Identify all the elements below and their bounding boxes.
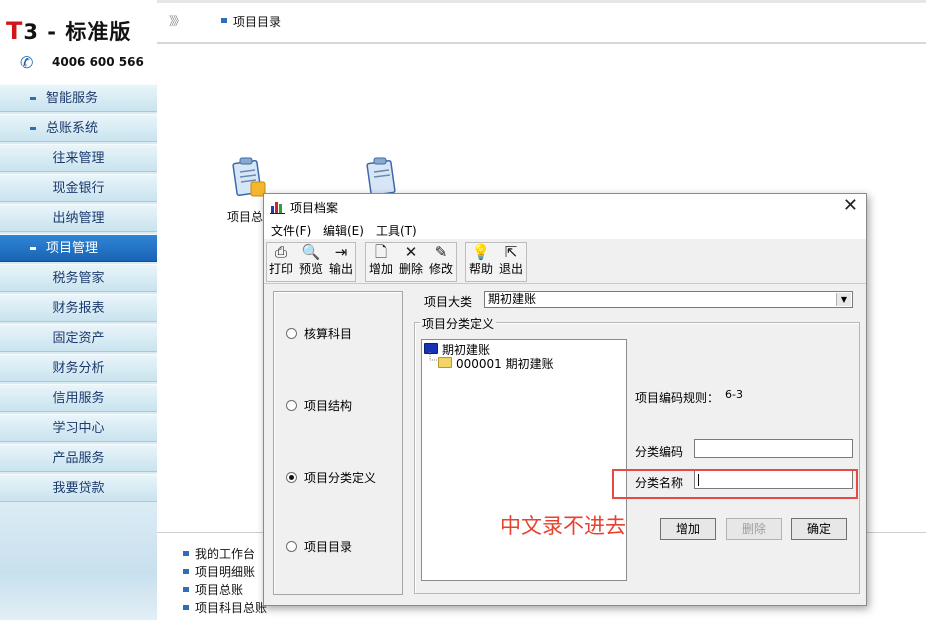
link-project-account-ledger[interactable]: 项目科目总账	[183, 599, 267, 616]
link-my-workbench[interactable]: 我的工作台	[183, 545, 255, 562]
sidebar-item-cash-bank[interactable]: 现金银行	[0, 174, 157, 202]
top-strip	[157, 0, 926, 3]
link-project-detail-ledger[interactable]: 项目明细账	[183, 563, 255, 580]
modify-button[interactable]: ✎ 修改	[426, 243, 456, 281]
category-code-input[interactable]	[694, 439, 853, 458]
help-bulb-icon: 💡	[471, 243, 491, 261]
breadcrumb-bullet-icon	[221, 18, 227, 23]
sidebar-item-fixed-assets[interactable]: 固定资产	[0, 324, 157, 352]
printer-icon: ⎙	[274, 243, 287, 261]
bar-chart-icon	[270, 202, 285, 214]
link-project-general-ledger[interactable]: 项目总账	[183, 581, 243, 598]
sidebar-item-reports[interactable]: 财务报表	[0, 294, 157, 322]
sidebar-item-learning[interactable]: 学习中心	[0, 414, 157, 442]
breadcrumb: 项目目录	[233, 15, 282, 29]
exit-button[interactable]: ⇱ 退出	[496, 243, 526, 281]
sidebar-nav: 智能服务 总账系统 往来管理 现金银行 出纳管理 项目管理 税务管家 财务报表 …	[0, 84, 157, 504]
bullet-icon	[30, 127, 36, 130]
new-document-icon: 🗋	[374, 243, 388, 261]
bullet-icon	[183, 569, 189, 574]
annotation-highlight-box	[612, 469, 858, 499]
sidebar-item-receivables[interactable]: 往来管理	[0, 144, 157, 172]
radio-circle-checked	[286, 472, 297, 483]
sidebar: T3 - 标准版 ✆ 4006 600 566 智能服务 总账系统 往来管理 现…	[0, 0, 157, 620]
brand-header: T3 - 标准版 ✆ 4006 600 566	[0, 0, 157, 84]
help-button[interactable]: 💡 帮助	[466, 243, 496, 281]
menu-tools[interactable]: 工具(T)	[376, 222, 417, 239]
close-icon[interactable]: ✕	[843, 196, 858, 216]
export-button[interactable]: ⇥ 输出	[326, 243, 356, 281]
category-code-label: 分类编码	[635, 445, 684, 459]
radio-circle	[286, 400, 297, 411]
menu-file[interactable]: 文件(F)	[271, 222, 311, 239]
sidebar-item-smart-service[interactable]: 智能服务	[0, 84, 157, 112]
hotline: ✆ 4006 600 566	[20, 53, 144, 72]
code-rule-label: 项目编码规则：	[635, 391, 720, 405]
dialog-toolbar: ⎙ 打印 🔍 预览 ⇥ 输出 🗋 增加 ✕ 删除 ✎ 修改 💡 帮助 ⇱ 退出	[264, 239, 866, 284]
sidebar-item-products[interactable]: 产品服务	[0, 444, 157, 472]
radio-circle	[286, 541, 297, 552]
add-button[interactable]: 🗋 增加	[366, 243, 396, 281]
category-label: 项目大类	[424, 295, 473, 309]
radio-category-definition[interactable]: 项目分类定义	[286, 469, 376, 486]
category-select[interactable]: 期初建账 ▼	[484, 291, 853, 308]
category-definition-legend: 项目分类定义	[420, 315, 497, 332]
top-bar: 》》 项目目录	[157, 0, 926, 44]
bullet-icon	[183, 551, 189, 556]
annotation-text: 中文录不进去	[500, 514, 626, 538]
add-category-button[interactable]: 增加	[660, 518, 716, 540]
project-ledger-icon[interactable]	[231, 156, 267, 200]
delete-button[interactable]: ✕ 删除	[396, 243, 426, 281]
sidebar-item-general-ledger[interactable]: 总账系统	[0, 114, 157, 142]
project-archive-dialog: 项目档案 ✕ 文件(F) 编辑(E) 工具(T) ⎙ 打印 🔍 预览 ⇥ 输出 🗋 增加…	[263, 193, 867, 606]
preview-icon: 🔍	[301, 243, 321, 261]
radio-project-catalog[interactable]: 项目目录	[286, 538, 352, 555]
category-tree[interactable]: 期初建账 000001 期初建账	[421, 339, 627, 581]
exit-door-icon: ⇱	[504, 243, 518, 261]
sidebar-background	[0, 502, 157, 620]
menu-edit[interactable]: 编辑(E)	[323, 222, 364, 239]
bullet-icon	[183, 587, 189, 592]
print-button[interactable]: ⎙ 打印	[266, 243, 296, 281]
radio-accounting-subject[interactable]: 核算科目	[286, 325, 352, 342]
sidebar-item-cashier[interactable]: 出纳管理	[0, 204, 157, 232]
bullet-icon	[183, 605, 189, 610]
edit-pencil-icon: ✎	[434, 243, 448, 261]
code-rule-value: 6-3	[725, 388, 743, 401]
dialog-menubar: 文件(F) 编辑(E) 工具(T)	[264, 220, 866, 239]
ok-button[interactable]: 确定	[791, 518, 847, 540]
export-icon: ⇥	[334, 243, 348, 261]
radio-project-structure[interactable]: 项目结构	[286, 397, 352, 414]
folder-open-icon	[438, 357, 452, 368]
collapse-arrows-icon[interactable]: 》》	[169, 12, 185, 29]
sidebar-item-project-management[interactable]: 项目管理	[0, 234, 157, 262]
view-selector-panel: 核算科目 项目结构 项目分类定义 项目目录	[273, 291, 403, 595]
hotline-number: 4006 600 566	[52, 55, 144, 69]
tree-node-000001[interactable]: 000001 期初建账	[438, 355, 554, 372]
project-ledger-label[interactable]: 项目总	[227, 208, 263, 225]
sidebar-item-analysis[interactable]: 财务分析	[0, 354, 157, 382]
radio-circle	[286, 328, 297, 339]
product-logo: T3 - 标准版	[6, 17, 132, 45]
sidebar-item-credit[interactable]: 信用服务	[0, 384, 157, 412]
sidebar-item-tax[interactable]: 税务管家	[0, 264, 157, 292]
chevron-down-icon[interactable]: ▼	[836, 293, 851, 306]
delete-category-button[interactable]: 删除	[726, 518, 782, 540]
phone-icon: ✆	[20, 53, 34, 72]
preview-button[interactable]: 🔍 预览	[296, 243, 326, 281]
bullet-icon	[30, 97, 36, 100]
sidebar-item-loan[interactable]: 我要贷款	[0, 474, 157, 502]
dialog-title: 项目档案	[290, 201, 339, 215]
delete-x-icon: ✕	[404, 243, 418, 261]
bullet-icon	[30, 247, 36, 250]
category-select-value: 期初建账	[488, 292, 537, 306]
dialog-titlebar[interactable]: 项目档案 ✕	[264, 194, 866, 220]
